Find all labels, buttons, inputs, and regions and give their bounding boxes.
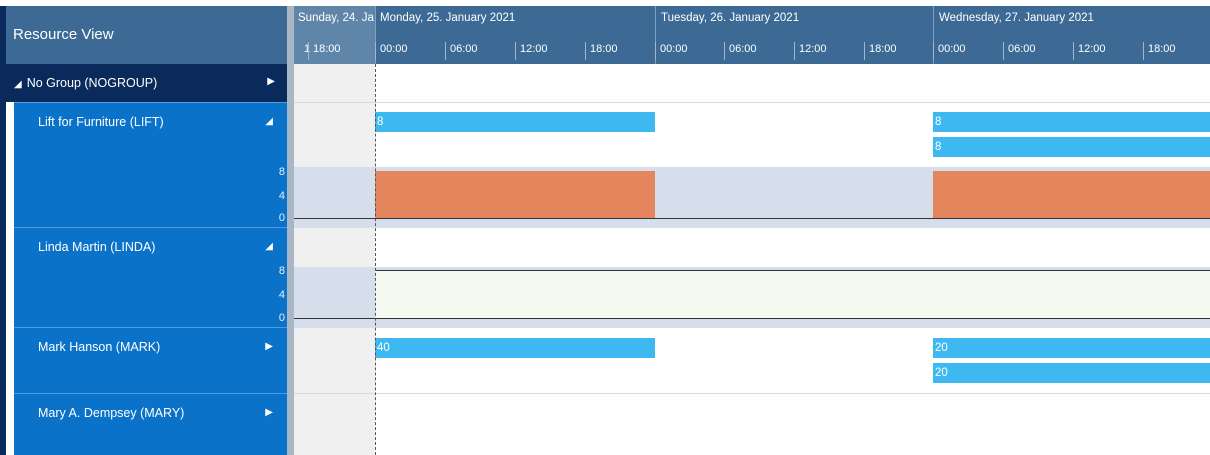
non-working-day-column [294, 64, 375, 455]
capacity-axis-label: 8 [278, 166, 285, 178]
capacity-axis-label: 4 [278, 190, 285, 202]
task-bar[interactable]: 8 [375, 112, 655, 132]
task-bar[interactable]: 8 [933, 137, 1210, 157]
hour-label: 18:00 [864, 42, 897, 60]
load-block[interactable] [933, 171, 1210, 218]
chevron-right-icon[interactable]: ▶ [265, 341, 273, 352]
resource-row-linda[interactable]: Linda Martin (LINDA) ◢ 8 4 0 [14, 227, 287, 327]
panel-splitter[interactable] [287, 6, 294, 455]
day-label: Wednesday, 27. January 2021 [939, 12, 1094, 24]
gantt-chart-area[interactable]: 8 8 8 40 20 20 [294, 64, 1210, 455]
group-row-nogroup[interactable]: ◢ No Group (NOGROUP) ▶ [6, 64, 287, 102]
chevron-right-icon[interactable]: ▶ [265, 407, 273, 418]
task-bar[interactable]: 20 [933, 363, 1210, 383]
task-bar[interactable]: 40 [375, 338, 655, 358]
day-label: Tuesday, 26. January 2021 [661, 12, 800, 24]
task-bar[interactable]: 8 [933, 112, 1210, 132]
hour-label: 18:00 [308, 42, 341, 60]
row-separator [294, 102, 1210, 103]
hour-label: 06:00 [724, 42, 757, 60]
hour-label: 06:00 [1003, 42, 1036, 60]
day-label: Monday, 25. January 2021 [380, 12, 516, 24]
capacity-axis-label: 4 [278, 289, 285, 301]
capacity-baseline [294, 218, 1210, 219]
resource-label: Mary A. Dempsey (MARY) [38, 406, 185, 420]
collapse-triangle-icon[interactable]: ◢ [14, 79, 22, 90]
row-separator [294, 393, 1210, 394]
resource-row-mary[interactable]: Mary A. Dempsey (MARY) ▶ [14, 393, 287, 455]
capacity-baseline [294, 318, 1210, 319]
hour-label: 12:00 [794, 42, 827, 60]
resource-view-title: Resource View [13, 26, 114, 43]
task-bar[interactable]: 20 [933, 338, 1210, 358]
resource-row-mark[interactable]: Mark Hanson (MARK) ▶ [14, 327, 287, 393]
current-time-line [375, 64, 376, 455]
day-label: Sunday, 24. Ja [298, 12, 374, 24]
hour-label: 12:00 [515, 42, 548, 60]
capacity-axis-label: 0 [278, 212, 285, 224]
timeline-header: Sunday, 24. Ja Monday, 25. January 2021 … [294, 6, 1210, 64]
chevron-right-icon[interactable]: ▶ [267, 76, 275, 87]
hour-label: 00:00 [933, 42, 966, 60]
load-block[interactable] [375, 171, 655, 218]
resource-view-header: Resource View [6, 6, 287, 64]
hour-label: 00:00 [655, 42, 688, 60]
hour-label: 18:00 [1143, 42, 1176, 60]
free-capacity-block [375, 270, 1210, 318]
hour-label: 18:00 [585, 42, 618, 60]
collapse-triangle-icon[interactable]: ◢ [265, 116, 273, 127]
capacity-limit-line [375, 270, 1210, 271]
hour-label: 12:00 [1073, 42, 1106, 60]
resource-label: Lift for Furniture (LIFT) [38, 115, 164, 129]
resource-row-lift[interactable]: Lift for Furniture (LIFT) ◢ 8 4 0 [14, 102, 287, 227]
resource-label: Linda Martin (LINDA) [38, 240, 156, 254]
resource-label: Mark Hanson (MARK) [38, 340, 161, 354]
collapse-triangle-icon[interactable]: ◢ [265, 241, 273, 252]
capacity-axis-label: 0 [278, 312, 285, 324]
capacity-axis-label: 8 [278, 265, 285, 277]
group-label: No Group (NOGROUP) [26, 76, 158, 90]
hour-label: 00:00 [375, 42, 408, 60]
hour-label: 06:00 [445, 42, 478, 60]
